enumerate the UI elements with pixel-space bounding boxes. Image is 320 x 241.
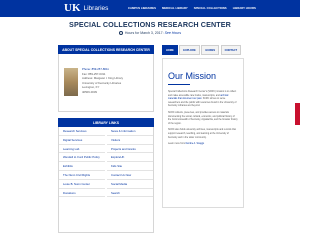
library-links-right: News & Information Visitors Projects and… — [107, 127, 153, 198]
uk-logo-mark: UK — [64, 2, 81, 14]
hours-line: Hours for March 3, 2017: See Hours — [0, 31, 300, 35]
library-link[interactable]: Research Services — [59, 127, 105, 136]
library-link[interactable]: News & Information — [107, 127, 153, 136]
library-link[interactable]: Louie B. Nunn Center — [59, 180, 105, 189]
nav-medical-library[interactable]: MEDICAL LIBRARY — [162, 6, 188, 10]
library-link[interactable]: Donations — [59, 189, 105, 198]
hours-prefix: Hours for March 3, 2017: — [124, 31, 164, 35]
mission-paragraph-1: Special Collections Research Center's (S… — [168, 91, 238, 109]
about-panel: Phone: 859-257-8611 Fax: 859-257-6311 Ad… — [58, 54, 154, 112]
uk-libraries-logo[interactable]: UK Libraries — [64, 3, 108, 14]
library-link[interactable]: Learning Lab — [59, 145, 105, 154]
library-link[interactable]: ExploreUK — [107, 153, 153, 163]
library-link[interactable]: Digital Services — [59, 136, 105, 145]
libraries-logo-text: Libraries — [83, 5, 109, 12]
mission-paragraph-3: SCRC also holds university archives, man… — [168, 129, 236, 139]
learn-more-prefix: Learn more from — [168, 143, 186, 146]
library-link[interactable]: Social Media — [107, 180, 153, 189]
tab-explore[interactable]: EXPLORE — [179, 45, 200, 55]
nav-library-hours[interactable]: LIBRARY HOURS — [233, 6, 256, 10]
title-divider — [168, 84, 190, 85]
library-link[interactable]: Visitors — [107, 136, 153, 145]
library-link[interactable]: Kids Site — [107, 162, 153, 171]
library-links-panel: Research Services Digital Services Learn… — [58, 127, 154, 233]
content-tabs: HOME EXPLORE GUIDES CONTACT — [162, 45, 244, 55]
mission-panel: Our Mission Special Collections Research… — [162, 58, 244, 208]
library-link[interactable]: Search — [107, 189, 153, 198]
sidebar: ABOUT SPECIAL COLLECTIONS RESEARCH CENTE… — [58, 45, 154, 233]
top-navigation: CAMPUS LIBRARIES MEDICAL LIBRARY SPECIAL… — [128, 6, 256, 10]
main-content: HOME EXPLORE GUIDES CONTACT Our Mission … — [162, 45, 244, 208]
feedback-label: FEEDBACK — [293, 106, 296, 120]
library-links-heading: LIBRARY LINKS — [58, 118, 154, 127]
nav-campus-libraries[interactable]: CAMPUS LIBRARIES — [128, 6, 156, 10]
about-contact: Phone: 859-257-8611 Fax: 859-257-6311 Ad… — [82, 67, 123, 95]
library-link[interactable]: Exhibits — [59, 162, 105, 171]
page-title[interactable]: SPECIAL COLLECTIONS RESEARCH CENTER — [0, 20, 300, 29]
library-link[interactable]: Contact Us Now — [107, 171, 153, 180]
tab-contact[interactable]: CONTACT — [220, 45, 242, 55]
library-link[interactable]: Wendell H. Ford Public Policy — [59, 153, 105, 163]
mission-title: Our Mission — [168, 71, 217, 81]
mission-paragraph-2: SCRC collects, preserves, and provides a… — [168, 111, 238, 125]
tab-home[interactable]: HOME — [162, 45, 178, 55]
top-bar: UK Libraries CAMPUS LIBRARIES MEDICAL LI… — [0, 0, 300, 17]
nav-special-collections[interactable]: SPECIAL COLLECTIONS — [194, 6, 227, 10]
learn-more-link[interactable]: Deirdre A. Scaggs — [186, 143, 205, 145]
tab-guides[interactable]: GUIDES — [201, 45, 220, 55]
feedback-tab[interactable]: FEEDBACK — [293, 103, 300, 125]
library-link[interactable]: The Nunn Civil Rights — [59, 171, 105, 180]
library-link[interactable]: Projects and Grants — [107, 145, 153, 154]
library-links-left: Research Services Digital Services Learn… — [59, 127, 105, 198]
about-heading: ABOUT SPECIAL COLLECTIONS RESEARCH CENTE… — [58, 45, 154, 54]
about-zip: 40506-0039 — [82, 89, 97, 94]
building-photo — [64, 68, 78, 96]
clock-icon — [118, 31, 123, 35]
see-hours-link[interactable]: See Hours — [165, 31, 182, 35]
learn-more: Learn more from Deirdre A. Scaggs — [168, 143, 238, 145]
